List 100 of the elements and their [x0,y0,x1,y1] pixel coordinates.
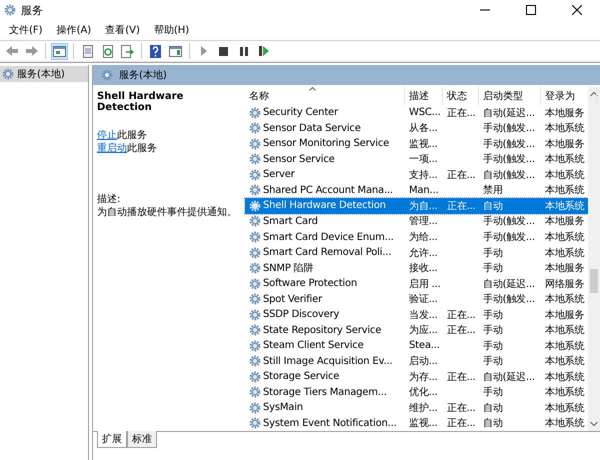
gear-icon [249,168,261,181]
table-cell-text: 本地系统 [545,386,584,400]
window-title: 服务 [21,2,44,18]
scroll-up-icon[interactable] [590,91,598,97]
table-cell: Spot Verifier [263,294,322,305]
table-cell-text: 支持... [409,168,438,182]
table-cell-text: 启用 ... [409,278,441,291]
table-row[interactable]: Spot Verifier 验证... 手动(触发... 本地系统 [245,291,588,307]
table-cell-text: 本地系统 [545,200,584,213]
scroll-down-icon[interactable] [590,421,598,427]
table-cell-text: 手动(触发... [483,230,535,244]
table-cell-text: 自动 [483,402,503,415]
table-row[interactable]: Storage Service 为存... 正在... 自动(延迟... 本地系统 [245,369,588,385]
table-cell: Security Center [263,107,338,118]
tree-item[interactable]: 服务(本地) [0,66,88,82]
column-header[interactable]: 启动类型 [479,87,541,105]
table-cell-text: 本地系统 [545,402,584,415]
table-row[interactable]: Shell Hardware Detection 为自... 正在... 自动 本地系统 [245,198,588,214]
gear-icon [249,308,261,321]
table-cell-text: 正在... [447,417,476,430]
menu-item[interactable]: 查看(V) [99,21,146,39]
table-row[interactable]: State Repository Service 为应... 正在... 手动 本地系统 [245,322,588,338]
table-cell: Server [263,169,295,180]
action-link[interactable]: 停止 [97,130,117,141]
table-cell-text: 当发... [409,308,438,322]
export-icon[interactable] [119,42,136,60]
table-cell-text: 正在... [447,106,476,120]
gear-icon [249,355,261,368]
gear-icon [249,231,261,244]
table-cell: System Event Notification... [263,418,397,429]
table-row[interactable]: Sensor Data Service 从各... 手动(触发... 本地系统 [245,120,588,136]
table-row[interactable]: Shared PC Account Mana... Man... 禁用 本地系统 [245,182,588,198]
table-row[interactable]: Steam Client Service Stea... 手动 本地系统 [245,338,588,354]
gear-icon [249,246,261,259]
column-header[interactable]: 状态 [443,87,479,105]
table-row[interactable]: Storage Tiers Managem... 优化... 手动 本地系统 [245,384,588,400]
table-cell-text: 本地系统 [545,122,584,136]
table-cell: Shell Hardware Detection [263,200,386,212]
table-cell-text: 手动 [483,246,503,260]
table-cell-text: 本地系统 [545,354,584,368]
menu-item[interactable]: 文件(F) [3,21,49,39]
table-row[interactable]: Still Image Acquisition Ev... 启动... 手动 本地系统 [245,354,588,370]
table-cell-text: 自动(触发... [483,168,535,182]
table-row[interactable]: Server 支持... 正在... 自动(触发... 本地系统 [245,167,588,183]
column-header[interactable]: 描述 [405,87,443,105]
help-icon[interactable] [147,42,164,60]
gear-icon [249,417,261,430]
close-icon [572,5,582,15]
column-header[interactable]: 名称 [245,87,405,105]
gear-icon [249,340,261,352]
table-row[interactable]: SNMP 陷阱 接收... 手动 本地服务 [245,260,588,276]
table-cell-text: 手动 [483,354,503,368]
table-row[interactable]: Smart Card Removal Poli... 允许... 手动 本地系统 [245,244,588,260]
table-cell-text: 自动 [483,200,503,213]
table-row[interactable]: Security Center WSC... 正在... 自动(延迟... 本地服务 [245,105,588,121]
table-row[interactable]: Sensor Monitoring Service 监视... 手动(触发... 本地服务 [245,136,588,152]
table-row[interactable]: Smart Card Device Enum... 为给... 手动(触发... 本地系统 [245,229,588,245]
table-cell: Smart Card Device Enum... [263,232,394,243]
gear-icon [4,4,16,16]
gear-icon [249,106,261,119]
view-tab[interactable]: 标准 [127,431,157,448]
gear-icon [101,69,113,81]
view-tab[interactable]: 扩展 [97,431,127,448]
table-row[interactable]: Smart Card 管理... 手动(触发... 本地服务 [245,214,588,230]
table-cell-text: 本地服务 [545,308,584,322]
table-cell-text: 维护... [409,402,438,415]
table-cell-text: 接收... [409,262,438,276]
gear-icon [249,122,261,134]
table-cell: Storage Tiers Managem... [263,386,387,398]
table-row[interactable]: SysMain 维护... 正在... 自动 本地系统 [245,400,588,416]
table-cell-text: 本地服务 [545,262,584,276]
menu-item[interactable]: 操作(A) [50,21,98,39]
table-cell-text: 自动(延迟... [483,106,535,120]
table-cell-text: 本地系统 [545,370,584,384]
console-tree-icon[interactable] [51,42,68,60]
table-cell: Smart Card Removal Poli... [263,247,392,258]
table-cell-text: 监视... [409,138,438,151]
table-cell-text: 为自... [409,200,438,213]
table-cell-text: 正在... [447,402,476,415]
table-cell-text: 本地系统 [545,246,584,260]
gear-icon [2,68,14,80]
gear-icon [249,138,261,150]
table-cell-text: 手动(触发... [483,292,535,306]
table-cell: Sensor Data Service [263,122,361,134]
scrollbar[interactable] [588,87,600,431]
gear-icon [249,293,261,306]
menu-item[interactable]: 帮助(H) [148,21,196,39]
table-row[interactable]: Sensor Service 一项... 手动(触发... 本地系统 [245,152,588,168]
action-link[interactable]: 重启动 [97,143,127,154]
table-cell-text: 本地系统 [545,152,584,166]
gear-icon [249,278,261,290]
gear-icon [249,386,261,398]
scroll-thumb[interactable] [590,269,598,293]
table-row[interactable]: System Event Notification... 监视... 正在... 自动 本地系统 [245,416,588,432]
table-row[interactable]: Software Protection 启用 ... 自动(延迟... 网络服务 [245,276,588,292]
table-row[interactable]: SSDP Discovery 当发... 正在... 手动 本地服务 [245,306,588,322]
table-cell: WSC... [409,107,441,118]
table-cell-text: 手动 [483,340,503,353]
table-cell-text: 正在... [447,370,476,384]
table-cell-text: 手动(触发... [483,138,535,151]
